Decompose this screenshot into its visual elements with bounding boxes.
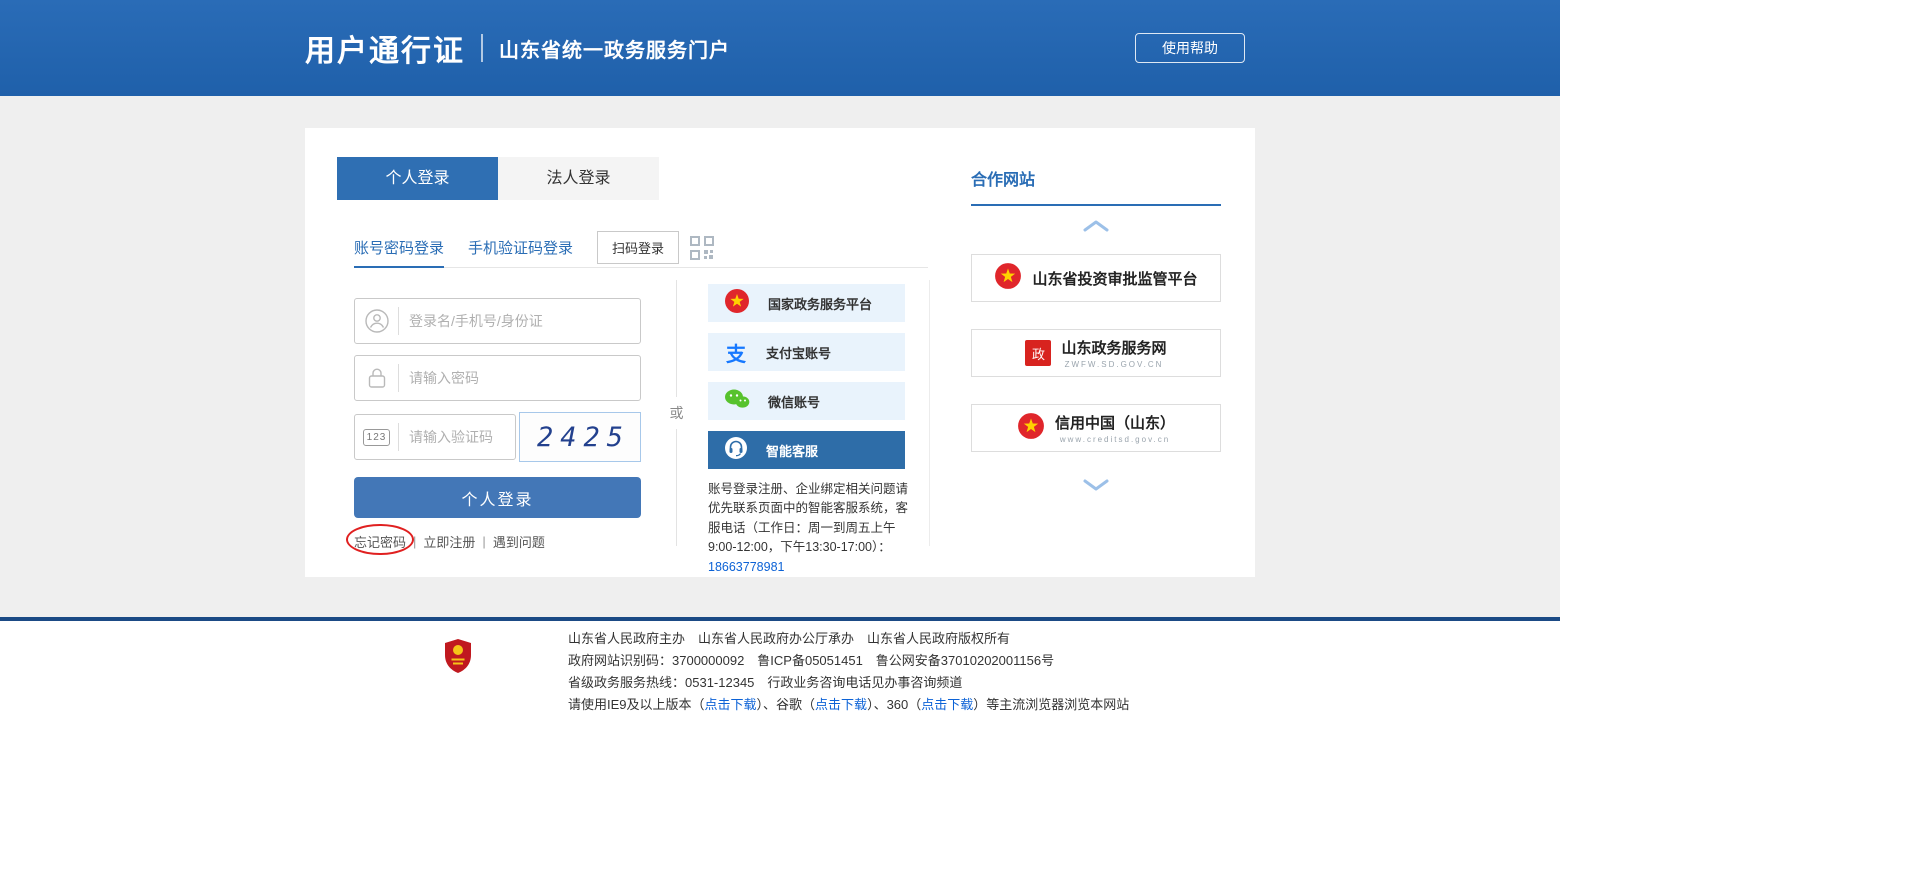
username-input[interactable] (399, 313, 640, 329)
main-area: 个人登录 法人登录 账号密码登录 手机验证码登录 扫码登录 (0, 96, 1560, 617)
tab-corporate-login[interactable]: 法人登录 (498, 157, 659, 200)
footer-line-hotline: 省级政务服务热线：0531-12345 行政业务咨询电话见办事咨询频道 (568, 672, 1129, 694)
gov-badge-icon (443, 638, 473, 679)
page-title: 用户通行证 (305, 26, 465, 70)
national-emblem-icon (724, 288, 750, 319)
emblem-icon (994, 262, 1022, 295)
lock-icon (355, 364, 399, 392)
partner-domain: ZWFW.SD.GOV.CN (1065, 360, 1164, 369)
download-360-link[interactable]: 点击下载 (921, 697, 973, 712)
password-input[interactable] (399, 370, 640, 386)
footer-line-id: 政府网站识别码：3700000092 鲁ICP备05051451 鲁公网安备37… (568, 650, 1129, 672)
third-party-login: 国家政务服务平台 支 支付宝账号 (708, 284, 905, 577)
partner-sites-title: 合作网站 (971, 158, 1221, 206)
method-sms-login[interactable]: 手机验证码登录 (468, 228, 573, 267)
footer-line-sponsor: 山东省人民政府主办 山东省人民政府办公厅承办 山东省人民政府版权所有 (568, 628, 1129, 650)
username-row (354, 298, 641, 344)
service-note: 账号登录注册、企业绑定相关问题请优先联系页面中的智能客服系统，客服电话（工作日：… (708, 480, 908, 577)
emblem-icon (1017, 412, 1045, 445)
sidebar-divider (929, 280, 930, 546)
forgot-password-wrap: 忘记密码 (354, 532, 406, 551)
partner-sites: 合作网站 山东省投资审批监管平台 政 山东 (971, 158, 1221, 491)
or-divider: 或 (676, 280, 677, 546)
captcha-row: 123 2425 (354, 412, 641, 462)
zwfw-logo-icon: 政 (1025, 340, 1051, 366)
login-method-tabs: 账号密码登录 手机验证码登录 扫码登录 (354, 228, 928, 268)
captcha-input-row: 123 (354, 414, 516, 460)
password-row (354, 355, 641, 401)
chevron-up-icon[interactable] (971, 220, 1221, 232)
footer: 山东省人民政府主办 山东省人民政府办公厅承办 山东省人民政府版权所有 政府网站识… (0, 617, 1560, 727)
tab-personal-login[interactable]: 个人登录 (337, 157, 498, 200)
forgot-password-link[interactable]: 忘记密码 (354, 535, 406, 550)
header-bar: 用户通行证 山东省统一政务服务门户 使用帮助 (0, 0, 1560, 96)
partner-domain: www.creditsd.gov.cn (1060, 435, 1170, 444)
login-form: 123 2425 个人登录 忘记密码 | 立即注册 | 遇到问题 (354, 298, 641, 551)
partner-credit-china[interactable]: 信用中国（山东） www.creditsd.gov.cn (971, 404, 1221, 452)
login-card: 个人登录 法人登录 账号密码登录 手机验证码登录 扫码登录 (305, 128, 1255, 577)
brand: 用户通行证 山东省统一政务服务门户 (305, 26, 730, 70)
or-label: 或 (669, 397, 685, 429)
trouble-link[interactable]: 遇到问题 (493, 532, 545, 551)
captcha-icon: 123 (355, 423, 399, 451)
brand-divider (481, 34, 483, 62)
chevron-down-icon[interactable] (971, 479, 1221, 491)
third-party-national-platform[interactable]: 国家政务服务平台 (708, 284, 905, 322)
wechat-icon (724, 388, 750, 415)
partner-zwfw[interactable]: 政 山东政务服务网 ZWFW.SD.GOV.CN (971, 329, 1221, 377)
form-links: 忘记密码 | 立即注册 | 遇到问题 (354, 532, 641, 551)
footer-text: 山东省人民政府主办 山东省人民政府办公厅承办 山东省人民政府版权所有 政府网站识… (568, 628, 1129, 716)
link-separator: | (413, 534, 416, 549)
help-button[interactable]: 使用帮助 (1135, 33, 1245, 63)
link-separator: | (482, 534, 485, 549)
method-password-login[interactable]: 账号密码登录 (354, 228, 444, 267)
user-icon (355, 307, 399, 335)
page: 用户通行证 山东省统一政务服务门户 使用帮助 个人登录 法人登录 账号密码登录 … (0, 0, 1560, 727)
third-party-smart-service[interactable]: 智能客服 (708, 431, 905, 469)
customer-service-icon (724, 436, 748, 465)
login-type-tabs: 个人登录 法人登录 (337, 157, 659, 200)
qr-code-icon[interactable] (689, 235, 715, 261)
personal-login-button[interactable]: 个人登录 (354, 477, 641, 518)
service-phone-link[interactable]: 18663778981 (708, 560, 784, 574)
third-party-wechat[interactable]: 微信账号 (708, 382, 905, 420)
page-subtitle: 山东省统一政务服务门户 (499, 34, 730, 63)
footer-line-browser: 请使用IE9及以上版本（点击下载）、谷歌（点击下载）、360（点击下载）等主流浏… (568, 694, 1129, 716)
download-chrome-link[interactable]: 点击下载 (815, 697, 867, 712)
third-party-alipay[interactable]: 支 支付宝账号 (708, 333, 905, 371)
method-scan-login[interactable]: 扫码登录 (597, 231, 679, 264)
captcha-image[interactable]: 2425 (519, 412, 641, 462)
alipay-icon: 支 (724, 338, 748, 367)
captcha-input[interactable] (399, 429, 515, 445)
register-link[interactable]: 立即注册 (423, 532, 475, 551)
partner-investment-platform[interactable]: 山东省投资审批监管平台 (971, 254, 1221, 302)
download-ie-link[interactable]: 点击下载 (705, 697, 757, 712)
